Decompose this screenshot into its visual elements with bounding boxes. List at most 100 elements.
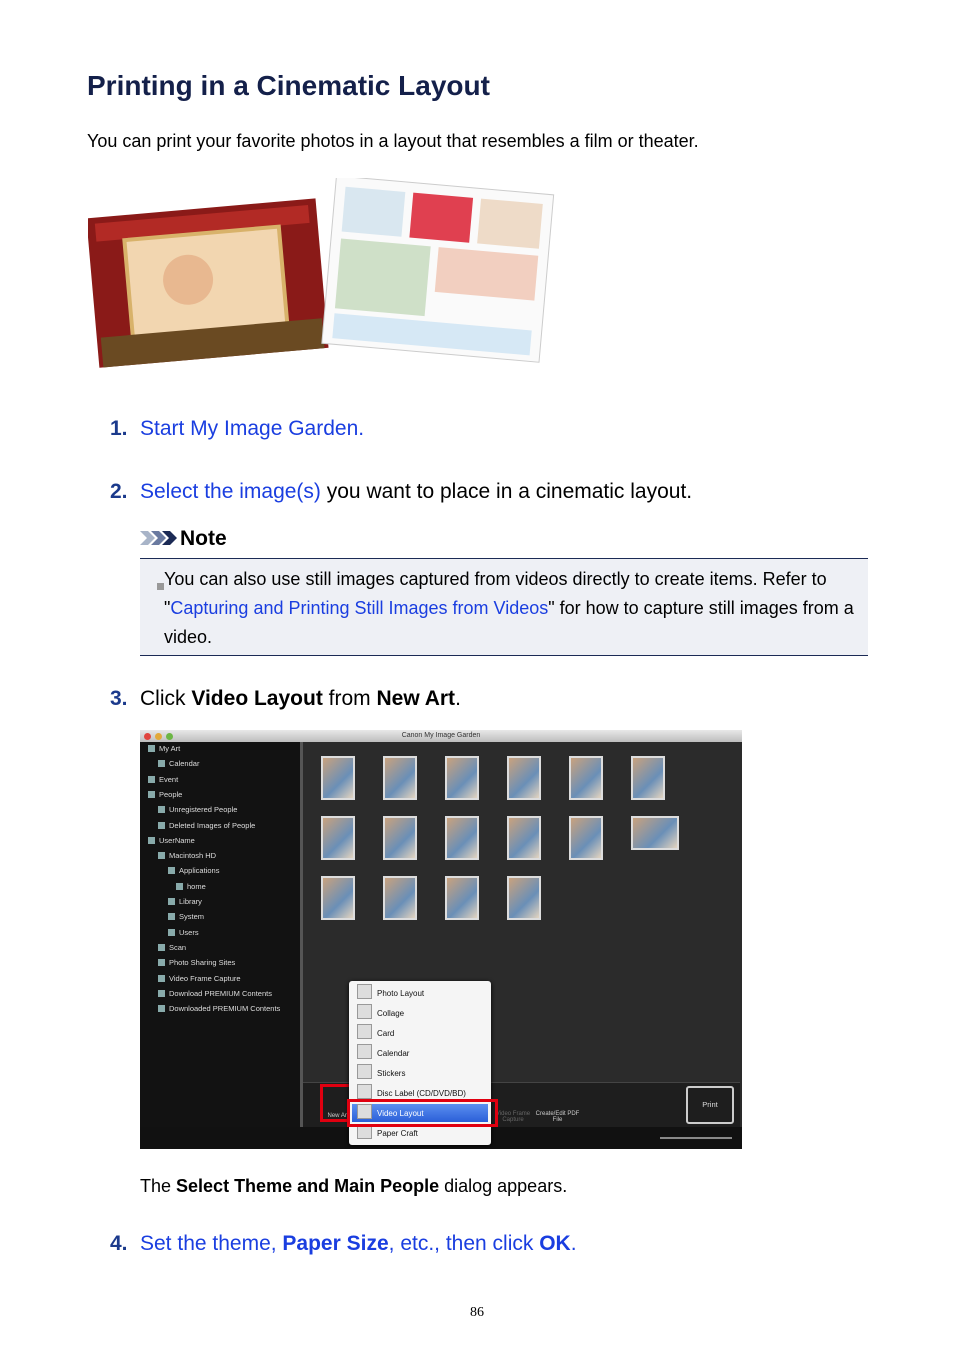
menu-item-label: Photo Layout bbox=[377, 989, 425, 998]
photo-thumbnail[interactable] bbox=[445, 816, 479, 860]
sidebar-item-label: Macintosh HD bbox=[169, 851, 217, 861]
menu-item-icon bbox=[357, 984, 372, 999]
menu-item-label: Disc Label (CD/DVD/BD) bbox=[377, 1089, 466, 1098]
photo-thumbnail[interactable] bbox=[631, 756, 665, 800]
sidebar-item[interactable]: Calendar bbox=[158, 759, 199, 768]
menu-item[interactable]: Photo Layout bbox=[357, 984, 424, 1002]
photo-thumbnail[interactable] bbox=[507, 876, 541, 920]
bullet-icon bbox=[157, 583, 164, 590]
step-2: 2. Select the image(s) you want to place … bbox=[110, 480, 692, 504]
step-text: . bbox=[455, 687, 461, 710]
sidebar-item[interactable]: Download PREMIUM Contents bbox=[158, 989, 272, 998]
sidebar-item[interactable]: Library bbox=[168, 897, 202, 906]
photo-thumbnail[interactable] bbox=[321, 756, 355, 800]
sidebar-item[interactable]: My Art bbox=[148, 744, 180, 753]
menu-item[interactable]: Card bbox=[357, 1024, 394, 1042]
zoom-icon bbox=[166, 733, 173, 740]
app-screenshot: Canon My Image Garden My Art Calendar Even… bbox=[140, 730, 742, 1149]
sidebar-item[interactable]: Applications bbox=[168, 866, 219, 875]
photo-thumbnail[interactable] bbox=[321, 876, 355, 920]
window-title: Canon My Image Garden bbox=[401, 732, 481, 739]
menu-item-icon bbox=[357, 1044, 372, 1059]
item-icon bbox=[158, 1005, 165, 1013]
sidebar-item-label: Calendar bbox=[169, 759, 200, 769]
step-number: 2. bbox=[110, 480, 128, 503]
close-icon bbox=[144, 733, 151, 740]
photo-thumbnail[interactable] bbox=[445, 876, 479, 920]
photo-thumbnail[interactable] bbox=[507, 756, 541, 800]
note-heading: Note bbox=[140, 527, 227, 551]
sidebar-item[interactable]: Video Frame Capture bbox=[158, 974, 241, 983]
item-icon bbox=[158, 959, 165, 967]
sidebar-item[interactable]: Unregistered People bbox=[158, 805, 237, 814]
menu-item[interactable]: Collage bbox=[357, 1004, 404, 1022]
page-number: 86 bbox=[470, 1305, 484, 1320]
step-4: 4. Set the theme, Paper Size, etc., then … bbox=[110, 1232, 577, 1256]
page: Printing in a Cinematic Layout You can p… bbox=[0, 0, 954, 1350]
note-box: You can also use still images captured f… bbox=[140, 558, 868, 656]
item-icon bbox=[158, 821, 165, 829]
sidebar-item-label: Event bbox=[159, 774, 179, 784]
item-icon bbox=[158, 806, 165, 814]
item-icon bbox=[148, 745, 155, 752]
sidebar-item-label: System bbox=[179, 912, 205, 922]
sidebar-item-label: Library bbox=[179, 897, 202, 906]
sidebar-item-label: Unregistered People bbox=[169, 805, 238, 815]
note-title: Note bbox=[180, 527, 227, 550]
sidebar-item[interactable]: Scan bbox=[158, 943, 186, 952]
sidebar-item[interactable]: Downloaded PREMIUM Contents bbox=[158, 1004, 280, 1013]
sidebar-item-label: UserName bbox=[159, 835, 195, 845]
item-icon bbox=[158, 974, 165, 982]
sidebar-item-label: My Art bbox=[159, 744, 181, 753]
item-icon bbox=[158, 989, 165, 997]
set-theme-link[interactable]: Set the theme, Paper Size, etc., then cl… bbox=[140, 1232, 577, 1255]
item-icon bbox=[168, 898, 175, 905]
caption: The Select Theme and Main People dialog … bbox=[140, 1176, 567, 1197]
menu-item[interactable]: Stickers bbox=[357, 1064, 405, 1082]
photo-thumbnail[interactable] bbox=[383, 756, 417, 800]
sidebar-item[interactable]: Deleted Images of People bbox=[158, 821, 255, 830]
minimize-icon bbox=[155, 733, 162, 740]
sidebar-item[interactable]: UserName bbox=[148, 836, 195, 845]
print-button[interactable]: Print bbox=[686, 1086, 734, 1124]
step-number: 3. bbox=[110, 687, 128, 710]
start-my-image-garden-link[interactable]: Start My Image Garden. bbox=[140, 417, 364, 440]
item-icon bbox=[168, 928, 175, 936]
link-text: . bbox=[570, 1232, 577, 1255]
menu-item[interactable]: Calendar bbox=[357, 1044, 409, 1062]
photo-thumbnail[interactable] bbox=[383, 876, 417, 920]
caption-text: The bbox=[140, 1176, 177, 1196]
sidebar-item[interactable]: People bbox=[148, 790, 182, 799]
step-number: 4. bbox=[110, 1232, 128, 1255]
photo-thumbnail[interactable] bbox=[383, 816, 417, 860]
video-layout-highlight bbox=[347, 1099, 498, 1127]
sidebar-item[interactable]: Macintosh HD bbox=[158, 851, 216, 860]
sidebar-item[interactable]: Photo Sharing Sites bbox=[158, 958, 235, 967]
capturing-still-images-link[interactable]: Capturing and Printing Still Images from… bbox=[170, 598, 548, 618]
sidebar-item-label: People bbox=[159, 789, 183, 799]
sidebar-item[interactable]: home bbox=[176, 882, 206, 891]
photo-thumbnail[interactable] bbox=[445, 756, 479, 800]
sidebar-item[interactable]: Users bbox=[168, 928, 199, 937]
menu-item-label: Paper Craft bbox=[377, 1129, 418, 1138]
photo-thumbnail[interactable] bbox=[569, 816, 603, 860]
sidebar-item[interactable]: Event bbox=[148, 775, 178, 784]
sidebar-item-label: Download PREMIUM Contents bbox=[169, 988, 272, 998]
sidebar-item-label: Deleted Images of People bbox=[169, 820, 256, 830]
photo-thumbnail[interactable] bbox=[321, 816, 355, 860]
zoom-slider[interactable] bbox=[660, 1137, 732, 1139]
select-images-link[interactable]: Select the image(s) bbox=[140, 480, 321, 503]
link-text: , etc., then click bbox=[388, 1232, 540, 1255]
photo-thumbnail[interactable] bbox=[507, 816, 541, 860]
step-1: 1. Start My Image Garden. bbox=[110, 417, 364, 441]
item-icon bbox=[158, 943, 165, 951]
video-frame-capture-button[interactable]: Video Frame Capture bbox=[493, 1111, 533, 1123]
photo-thumbnail[interactable] bbox=[631, 816, 679, 850]
paper-size-label: Paper Size bbox=[282, 1232, 389, 1255]
create-edit-pdf-button[interactable]: Create/Edit PDF File bbox=[535, 1111, 580, 1123]
sidebar-item[interactable]: System bbox=[168, 912, 204, 921]
item-icon bbox=[148, 836, 155, 844]
item-icon bbox=[148, 790, 155, 798]
photo-thumbnail[interactable] bbox=[569, 756, 603, 800]
new-art-label: New Art bbox=[376, 687, 456, 710]
